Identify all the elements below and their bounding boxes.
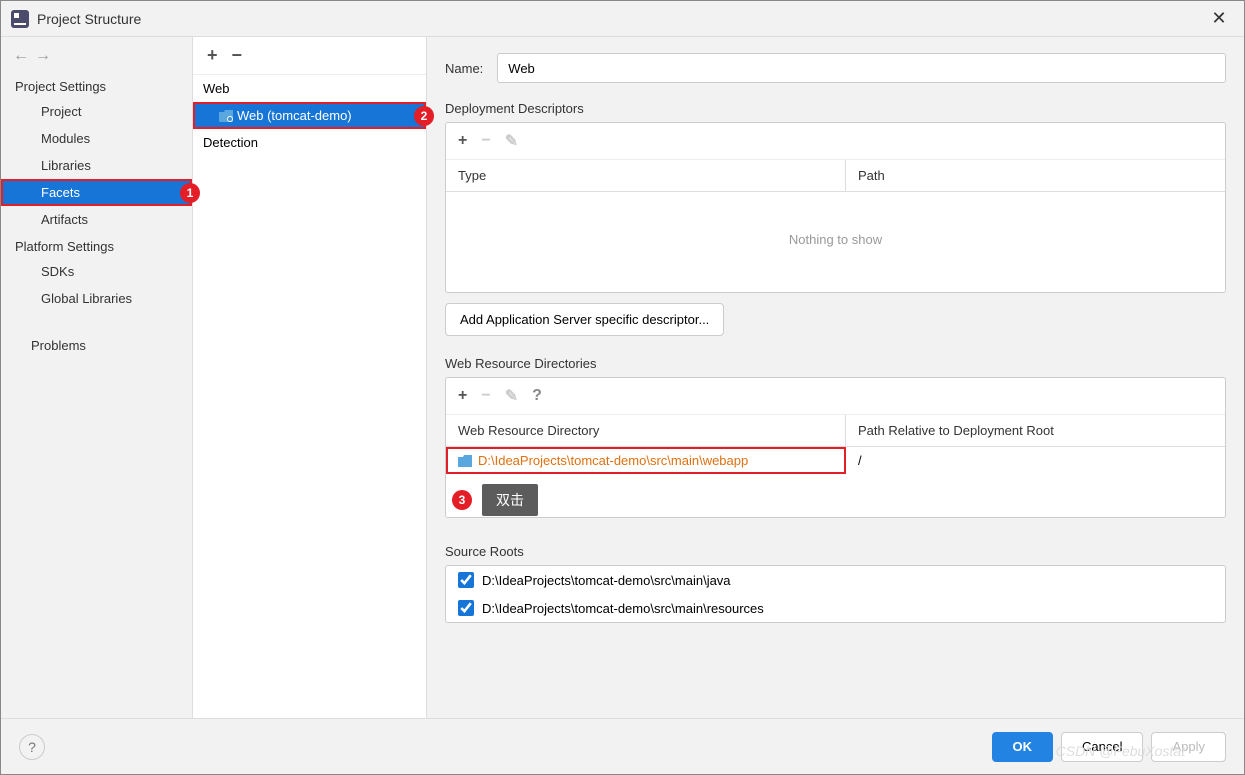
name-label: Name:	[445, 61, 483, 76]
remove-facet-button[interactable]: −	[232, 45, 243, 66]
deployment-descriptors-toolbar: + − ✎	[446, 123, 1225, 160]
web-resource-directories-title: Web Resource Directories	[445, 356, 1226, 371]
wrd-relpath-cell: /	[846, 447, 1225, 474]
source-roots-title: Source Roots	[445, 544, 1226, 559]
descriptors-table-header: Type Path	[446, 160, 1225, 192]
project-structure-dialog: Project Structure ✕ ← → Project Settings…	[0, 0, 1245, 775]
descriptors-table-body: Nothing to show	[446, 192, 1225, 292]
add-wrd-button[interactable]: +	[458, 387, 467, 405]
nav-history: ← →	[1, 43, 192, 73]
help-button[interactable]: ?	[19, 734, 45, 760]
facet-tree-panel: + − Web Web (tomcat-demo) 2 Detection	[193, 37, 427, 718]
deployment-descriptors-panel: + − ✎ Type Path Nothing to show	[445, 122, 1226, 293]
left-nav: ← → Project Settings Project Modules Lib…	[1, 37, 193, 718]
nav-item-artifacts[interactable]: Artifacts	[1, 206, 192, 233]
wrd-dir-header: Web Resource Directory	[446, 415, 846, 446]
help-wrd-button[interactable]: ?	[532, 387, 542, 405]
add-facet-button[interactable]: +	[207, 45, 218, 66]
add-descriptor-button[interactable]: +	[458, 132, 467, 150]
nav-item-facets[interactable]: Facets 1	[1, 179, 192, 206]
descriptors-type-header: Type	[446, 160, 846, 191]
remove-wrd-button[interactable]: −	[481, 387, 490, 405]
annotation-badge-3: 3	[452, 490, 472, 510]
edit-wrd-button[interactable]: ✎	[505, 386, 518, 406]
nav-item-problems[interactable]: Problems	[1, 332, 192, 359]
source-root-item[interactable]: D:\IdeaProjects\tomcat-demo\src\main\res…	[446, 594, 1225, 622]
source-root-label: D:\IdeaProjects\tomcat-demo\src\main\res…	[482, 601, 764, 616]
web-facet-icon	[219, 110, 233, 122]
dialog-footer: ? OK Cancel Apply	[1, 718, 1244, 774]
titlebar: Project Structure ✕	[1, 1, 1244, 37]
annotation-tooltip-3: 双击	[482, 484, 538, 516]
edit-descriptor-button[interactable]: ✎	[505, 131, 518, 151]
source-root-checkbox-resources[interactable]	[458, 600, 474, 616]
nav-item-modules[interactable]: Modules	[1, 125, 192, 152]
annotation-badge-1: 1	[180, 183, 200, 203]
source-root-item[interactable]: D:\IdeaProjects\tomcat-demo\src\main\jav…	[446, 566, 1225, 594]
wrd-table-body: D:\IdeaProjects\tomcat-demo\src\main\web…	[446, 447, 1225, 517]
web-resource-directories-panel: + − ✎ ? Web Resource Directory Path Rela…	[445, 377, 1226, 518]
nav-item-libraries[interactable]: Libraries	[1, 152, 192, 179]
deployment-descriptors-title: Deployment Descriptors	[445, 101, 1226, 116]
annotation-badge-2: 2	[414, 106, 434, 126]
dialog-title: Project Structure	[37, 11, 1204, 27]
ok-button[interactable]: OK	[992, 732, 1054, 762]
nav-item-facets-label: Facets	[41, 185, 80, 200]
facet-tree-toolbar: + −	[193, 37, 426, 75]
tree-item-web[interactable]: Web	[193, 75, 426, 102]
close-button[interactable]: ✕	[1204, 8, 1234, 29]
name-input[interactable]	[497, 53, 1226, 83]
tree-item-web-tomcat-demo-label: Web (tomcat-demo)	[237, 108, 352, 123]
source-root-checkbox-java[interactable]	[458, 572, 474, 588]
source-roots-panel: D:\IdeaProjects\tomcat-demo\src\main\jav…	[445, 565, 1226, 623]
app-icon	[11, 10, 29, 28]
wrd-table-header: Web Resource Directory Path Relative to …	[446, 415, 1225, 447]
folder-icon	[458, 455, 472, 467]
wrd-dir-cell[interactable]: D:\IdeaProjects\tomcat-demo\src\main\web…	[446, 447, 846, 474]
remove-descriptor-button[interactable]: −	[481, 132, 490, 150]
descriptors-path-header: Path	[846, 160, 1225, 191]
tree-item-web-tomcat-demo[interactable]: Web (tomcat-demo) 2	[193, 102, 426, 129]
add-app-server-descriptor-button[interactable]: Add Application Server specific descript…	[445, 303, 724, 336]
cancel-button[interactable]: Cancel	[1061, 732, 1143, 762]
back-arrow-icon[interactable]: ←	[13, 47, 29, 65]
descriptors-empty-text: Nothing to show	[446, 192, 1225, 287]
tree-item-detection[interactable]: Detection	[193, 129, 426, 156]
source-root-label: D:\IdeaProjects\tomcat-demo\src\main\jav…	[482, 573, 731, 588]
wrd-relpath-header: Path Relative to Deployment Root	[846, 415, 1225, 446]
wrd-dir-text: D:\IdeaProjects\tomcat-demo\src\main\web…	[478, 453, 748, 468]
wrd-table-row[interactable]: D:\IdeaProjects\tomcat-demo\src\main\web…	[446, 447, 1225, 474]
nav-header-project-settings: Project Settings	[1, 73, 192, 98]
wrd-toolbar: + − ✎ ?	[446, 378, 1225, 415]
nav-header-platform-settings: Platform Settings	[1, 233, 192, 258]
name-row: Name:	[445, 53, 1226, 83]
dialog-body: ← → Project Settings Project Modules Lib…	[1, 37, 1244, 718]
nav-item-project[interactable]: Project	[1, 98, 192, 125]
apply-button[interactable]: Apply	[1151, 732, 1226, 762]
facet-editor-panel: Name: Deployment Descriptors + − ✎ Type …	[427, 37, 1244, 718]
nav-item-sdks[interactable]: SDKs	[1, 258, 192, 285]
nav-item-global-libraries[interactable]: Global Libraries	[1, 285, 192, 312]
annotation-3-group: 3 双击	[452, 484, 538, 516]
forward-arrow-icon[interactable]: →	[35, 47, 51, 65]
